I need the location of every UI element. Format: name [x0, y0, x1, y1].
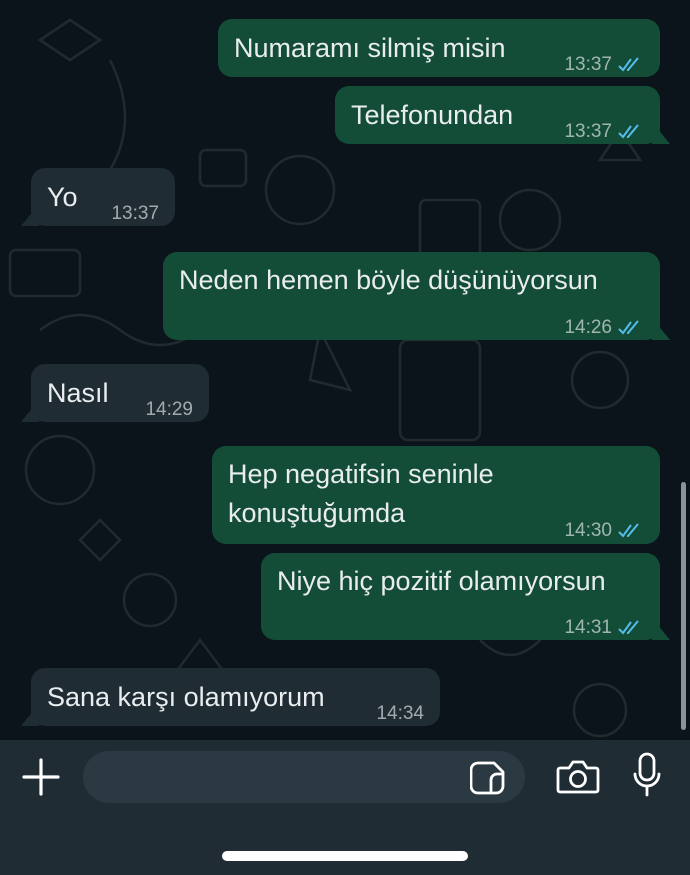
message-bubble-incoming[interactable]: Yo 13:37 [21, 168, 175, 226]
chat-area[interactable]: Numaramı silmiş misin 13:37 Telefonundan… [0, 0, 690, 740]
double-check-icon [618, 523, 639, 538]
message-text: Niye hiç pozitif olamıyorsun [277, 566, 606, 596]
home-indicator[interactable] [222, 851, 468, 861]
message-meta: 13:37 [564, 112, 644, 152]
message-text: Sana karşı olamıyorum [47, 682, 325, 712]
message-bubble-outgoing[interactable]: Niye hiç pozitif olamıyorsun 14:31 [261, 553, 670, 640]
message-text: Nasıl [47, 378, 109, 408]
message-meta: 13:37 [564, 45, 644, 85]
message-text: Neden hemen böyle düşünüyorsun [179, 265, 598, 295]
camera-icon[interactable] [556, 758, 600, 796]
message-time: 14:31 [564, 617, 612, 638]
message-time: 14:29 [145, 399, 193, 420]
message-time: 13:37 [564, 121, 612, 142]
message-input[interactable] [83, 751, 525, 803]
message-meta: 14:30 [564, 511, 644, 551]
message-bubble-outgoing[interactable]: Hep negatifsin seninle konuştuğumda 14:3… [212, 446, 660, 544]
sticker-icon[interactable] [470, 760, 506, 796]
message-bubble-outgoing[interactable]: Numaramı silmiş misin 13:37 [218, 19, 660, 77]
message-time: 14:26 [564, 317, 612, 338]
double-check-icon [618, 57, 639, 72]
message-text: Numaramı silmiş misin [234, 33, 506, 63]
message-time: 13:37 [564, 54, 612, 75]
message-meta: 14:31 [564, 608, 644, 648]
message-text-line-2: konuştuğumda [228, 498, 406, 528]
message-bubble-incoming[interactable]: Sana karşı olamıyorum 14:34 [21, 668, 440, 726]
message-meta: 14:34 [376, 694, 424, 734]
message-time: 14:34 [376, 703, 424, 724]
plus-icon[interactable] [22, 758, 60, 796]
double-check-icon [618, 124, 639, 139]
message-bubble-outgoing[interactable]: Telefonundan 13:37 [335, 86, 670, 144]
double-check-icon [618, 620, 639, 635]
message-text: Yo [47, 182, 78, 212]
message-meta: 14:26 [564, 308, 644, 348]
message-bubble-outgoing[interactable]: Neden hemen böyle düşünüyorsun 14:26 [163, 252, 670, 340]
scrollbar[interactable] [681, 482, 686, 730]
message-time: 13:37 [111, 203, 159, 224]
message-meta: 14:29 [145, 390, 193, 430]
message-meta: 13:37 [111, 194, 159, 234]
microphone-icon[interactable] [632, 752, 662, 798]
message-text: Telefonundan [351, 100, 514, 130]
message-bubble-incoming[interactable]: Nasıl 14:29 [21, 364, 209, 422]
double-check-icon [618, 320, 639, 335]
message-time: 14:30 [564, 520, 612, 541]
message-text-line-1: Hep negatifsin seninle [228, 459, 494, 489]
